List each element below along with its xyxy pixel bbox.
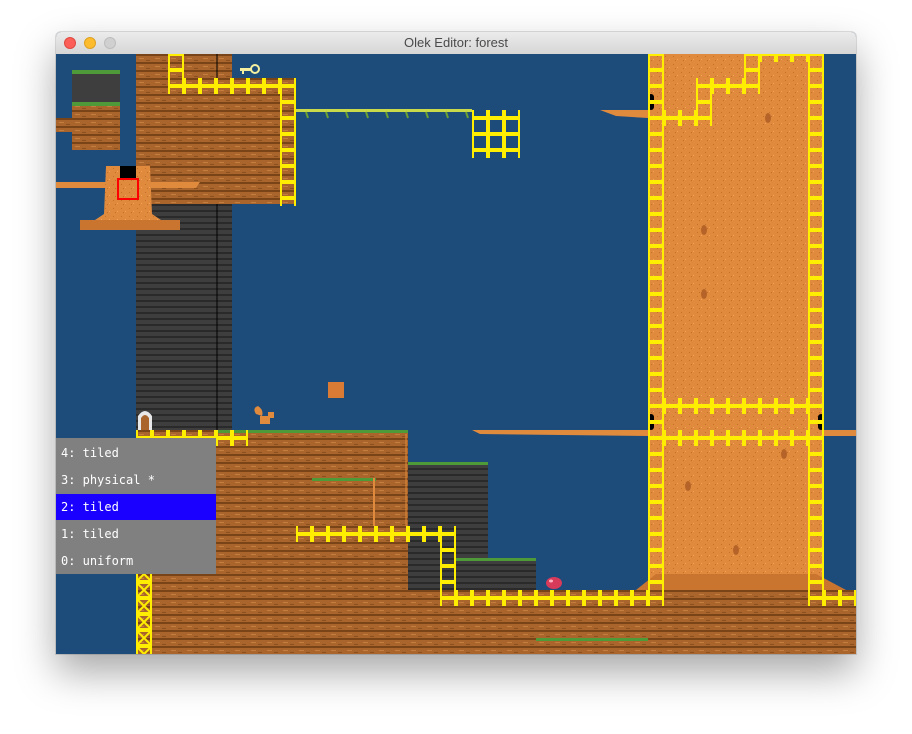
layer-item-0[interactable]: 0: uniform bbox=[56, 548, 216, 574]
layer-item-4[interactable]: 4: tiled bbox=[56, 440, 216, 466]
editor-window: Olek Editor: forest 4: tiled 3: physical… bbox=[56, 32, 856, 654]
window-title: Olek Editor: forest bbox=[403, 35, 509, 50]
layer-item-2[interactable]: 2: tiled bbox=[56, 494, 216, 520]
collision-grid bbox=[472, 110, 520, 158]
ladder[interactable] bbox=[136, 574, 152, 654]
floating-tile bbox=[328, 382, 344, 398]
dark-step-lower bbox=[456, 558, 536, 590]
berry-sprite[interactable] bbox=[546, 577, 562, 589]
level-canvas[interactable]: 4: tiled 3: physical * 2: tiled 1: tiled… bbox=[56, 54, 856, 654]
layer-item-1[interactable]: 1: tiled bbox=[56, 521, 216, 547]
giant-tree-lower bbox=[648, 430, 824, 590]
floating-block bbox=[72, 102, 120, 150]
tree-hole bbox=[120, 166, 136, 180]
vine-bridge bbox=[296, 109, 472, 112]
arch-door-icon[interactable] bbox=[138, 411, 152, 430]
floating-block bbox=[72, 70, 120, 102]
layer-panel: 4: tiled 3: physical * 2: tiled 1: tiled… bbox=[56, 438, 216, 574]
layer-item-3[interactable]: 3: physical * bbox=[56, 467, 216, 493]
title-bar: Olek Editor: forest bbox=[56, 32, 856, 55]
